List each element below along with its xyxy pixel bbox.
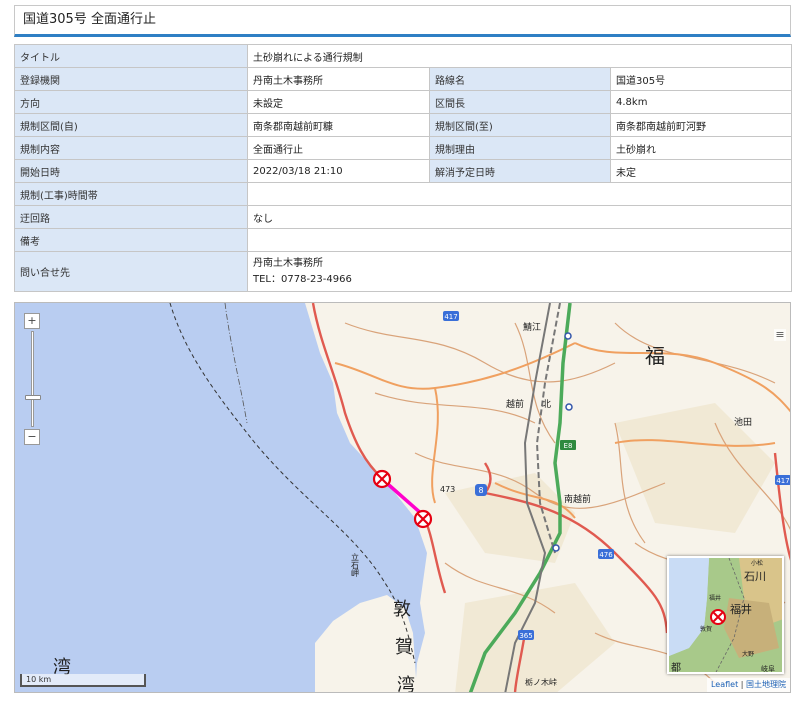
contact-value: 丹南土木事務所 TEL：0778-23-4966 [247, 251, 792, 292]
minimap-label-fukui: 福井 [709, 594, 721, 602]
closure-start-marker[interactable] [372, 469, 392, 489]
route-shield-365: 365 [518, 630, 534, 640]
overview-minimap[interactable]: 小松 石川 福井 福井 敦賀 大野 都 岐阜 [667, 556, 784, 674]
label-tsuruga-bay-3: 湾 [397, 675, 415, 693]
leaflet-link[interactable]: Leaflet [711, 680, 738, 689]
contact-name: 丹南土木事務所 [253, 257, 323, 269]
hours-value [247, 182, 792, 206]
minimap-tiles: 小松 石川 福井 福井 敦賀 大野 都 岐阜 [669, 558, 782, 674]
attribution-separator: | [738, 680, 746, 689]
section-length-label: 区間長 [429, 90, 611, 114]
hours-label: 規制(工事)時間帯 [14, 182, 248, 206]
end-label: 解消予定日時 [429, 159, 611, 183]
minimap-label-tsuruga: 敦賀 [700, 625, 712, 633]
label-tsuruga-bay-1: 敦 [393, 599, 411, 620]
table-row: 規制(工事)時間帯 [14, 182, 792, 206]
label-tsuruga-bay-2: 賀 [395, 637, 413, 658]
detour-label: 迂回路 [14, 205, 248, 229]
minimap-label-gifu: 岐阜 [761, 664, 775, 673]
title-label: タイトル [14, 44, 248, 68]
direction-value: 未設定 [247, 90, 430, 114]
route-shield-417-east: 417 [775, 475, 790, 485]
minimap-label-kyoto: 都 [671, 662, 681, 674]
map-view[interactable]: 417 417 8 476 365 E8 鯖江 越前 北 池田 南越前 473 … [14, 302, 791, 693]
table-row: タイトル 土砂崩れによる通行規制 [14, 44, 792, 68]
table-row: 登録機関 丹南土木事務所 路線名 国道305号 [14, 67, 792, 91]
label-echizen: 越前 [506, 398, 524, 410]
section-length-value: 4.8km [610, 90, 792, 114]
section-to-label: 規制区間(至) [429, 113, 611, 137]
table-row: 規制内容 全面通行止 規制理由 土砂崩れ [14, 136, 792, 160]
label-ikeda: 池田 [734, 416, 752, 428]
route-shield-417: 417 [443, 311, 459, 321]
table-row: 方向 未設定 区間長 4.8km [14, 90, 792, 114]
table-row: 開始日時 2022/03/18 21:10 解消予定日時 未定 [14, 159, 792, 183]
table-row: 迂回路 なし [14, 205, 792, 229]
svg-text:417: 417 [776, 477, 789, 485]
svg-text:8: 8 [478, 486, 483, 495]
minimap-label-fukui-pref: 福井 [730, 602, 752, 616]
content-value: 全面通行止 [247, 136, 430, 160]
closure-end-marker[interactable] [413, 509, 433, 529]
section-from-label: 規制区間(自) [14, 113, 248, 137]
sea-boundary-2 [224, 303, 248, 424]
minimap-label-ishikawa: 石川 [744, 570, 766, 583]
route-shield-476: 476 [598, 549, 614, 559]
svg-text:476: 476 [599, 551, 613, 559]
label-fukui-pref: 福 [645, 344, 665, 368]
zoom-control[interactable]: + − [24, 313, 42, 445]
zoom-out-button[interactable]: − [24, 429, 40, 445]
agency-label: 登録機関 [14, 67, 248, 91]
label-tateishi: 立石岬 [351, 552, 360, 578]
minimap-label-komatsu: 小松 [751, 559, 763, 567]
table-row: 規制区間(自) 南条郡南越前町糠 規制区間(至) 南条郡南越前町河野 [14, 113, 792, 137]
contact-label: 問い合せ先 [14, 251, 248, 292]
direction-label: 方向 [14, 90, 248, 114]
reason-value: 土砂崩れ [610, 136, 792, 160]
expressway-shield-e8: E8 [560, 440, 576, 450]
label-sabae: 鯖江 [523, 321, 541, 333]
layers-menu-icon[interactable]: ≡ [774, 329, 786, 341]
label-kita: 北 [542, 399, 551, 410]
gsi-link[interactable]: 国土地理院 [746, 680, 786, 689]
zoom-slider-handle[interactable] [25, 395, 41, 400]
route-value: 国道305号 [610, 67, 792, 91]
content-label: 規制内容 [14, 136, 248, 160]
route-label: 路線名 [429, 67, 611, 91]
start-value: 2022/03/18 21:10 [247, 159, 430, 183]
table-row: 備考 [14, 228, 792, 252]
zoom-in-button[interactable]: + [24, 313, 40, 329]
contact-tel: TEL：0778-23-4966 [253, 273, 352, 285]
svg-text:365: 365 [519, 632, 532, 640]
minimap-closure-marker [710, 609, 726, 625]
title-value: 土砂崩れによる通行規制 [247, 44, 792, 68]
page-title: 国道305号 全面通行止 [14, 5, 791, 37]
agency-value: 丹南土木事務所 [247, 67, 430, 91]
label-minamiechizen: 南越前 [564, 493, 591, 505]
remarks-value [247, 228, 792, 252]
scale-bar: 10 km [20, 674, 146, 687]
minimap-label-ono: 大野 [742, 650, 754, 658]
regulation-info-table: タイトル 土砂崩れによる通行規制 登録機関 丹南土木事務所 路線名 国道305号… [14, 44, 792, 292]
table-row: 問い合せ先 丹南土木事務所 TEL：0778-23-4966 [14, 251, 792, 292]
remarks-label: 備考 [14, 228, 248, 252]
start-label: 開始日時 [14, 159, 248, 183]
detour-value: なし [247, 205, 792, 229]
section-from-value: 南条郡南越前町糠 [247, 113, 430, 137]
label-peak: 473 [440, 485, 455, 494]
label-tochinoki: 栃ノ木峠 [525, 677, 557, 687]
reason-label: 規制理由 [429, 136, 611, 160]
end-value: 未定 [610, 159, 792, 183]
map-attribution: Leaflet | 国土地理院 [706, 678, 790, 692]
section-to-value: 南条郡南越前町河野 [610, 113, 792, 137]
route-shield-8: 8 [475, 484, 487, 496]
svg-text:417: 417 [444, 313, 457, 321]
zoom-track[interactable] [31, 331, 34, 427]
svg-text:E8: E8 [564, 442, 573, 450]
